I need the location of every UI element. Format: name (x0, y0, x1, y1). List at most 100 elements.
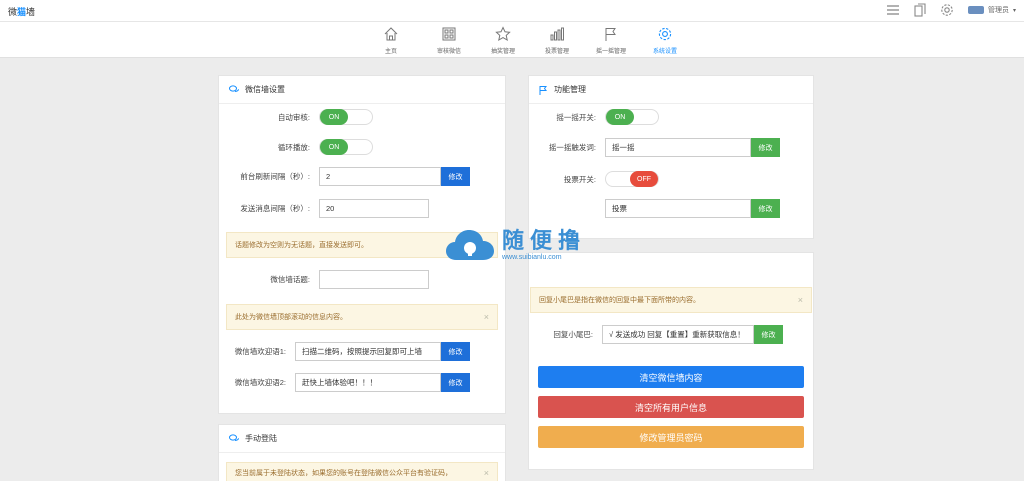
refresh-row: 前台刷新间隔（秒）: 2 修改 (218, 167, 470, 186)
panel-header: 功能管理 (529, 76, 813, 104)
panel-title: 功能管理 (554, 85, 586, 94)
toggle-on: ON (320, 109, 348, 125)
welcome2-label: 微信墙欢迎语2: (234, 378, 286, 387)
refresh-input[interactable]: 2 (319, 167, 441, 186)
note-text: 回复小尾巴是指在微信的回复中最下面所带的内容。 (539, 297, 700, 304)
close-icon[interactable]: × (484, 312, 489, 322)
watermark: 随便撸 www.suibianlu.com (444, 226, 586, 264)
panel-title: 手动登陆 (245, 434, 277, 443)
toggle-on: ON (320, 139, 348, 155)
vote-word-input[interactable]: 投票 (605, 199, 751, 218)
reply-note: 回复小尾巴是指在微信的回复中最下面所带的内容。 × (530, 287, 812, 313)
shake-word-row: 摇一摇触发词: 摇一摇 修改 (528, 138, 780, 157)
vote-row: 投票开关: OFF (528, 171, 659, 187)
copy-icon[interactable] (914, 3, 926, 17)
refresh-save-button[interactable]: 修改 (441, 167, 470, 186)
nav-item-lottery[interactable]: 抽奖管理 (476, 26, 530, 55)
shake-word-save-button[interactable]: 修改 (751, 138, 780, 157)
gear-icon (658, 27, 672, 41)
nav-item-shake[interactable]: 摇一摇管理 (584, 26, 638, 55)
send-input[interactable]: 20 (319, 199, 429, 218)
admin-menu[interactable]: 管理员 ▾ (967, 5, 1016, 15)
flag-icon (539, 85, 547, 95)
clear-wall-button[interactable]: 清空微信墙内容 (538, 366, 804, 388)
logo-prefix: 微 (8, 7, 18, 17)
topic-label: 微信墙话题: (270, 275, 310, 284)
vote-word-row: 投票 修改 (605, 199, 780, 218)
shake-toggle[interactable]: ON (605, 109, 659, 125)
nav-label: 审核微信 (436, 49, 461, 55)
topic-row: 微信墙话题: (218, 270, 429, 289)
loop-label: 循环播放: (277, 142, 310, 152)
admin-label: 管理员 (987, 7, 1009, 14)
note-text: 此处为微信墙顶部滚动的信息内容。 (235, 314, 347, 321)
shake-word-input[interactable]: 摇一摇 (605, 138, 751, 157)
auto-review-label: 自动审核: (277, 112, 310, 122)
topic-input[interactable] (319, 270, 429, 289)
panel-header: 微信墙设置 (219, 76, 505, 104)
gear-icon[interactable] (940, 3, 954, 17)
shake-label: 摇一摇开关: (556, 112, 596, 122)
auto-review-row: 自动审核: ON (218, 109, 373, 125)
toggle-off: OFF (630, 171, 658, 187)
nav-label: 投票管理 (544, 49, 569, 55)
qr-icon (442, 27, 456, 41)
logo-suffix: 墙 (26, 7, 36, 17)
send-label: 发送消息间隔（秒）: (240, 204, 310, 213)
welcome1-save-button[interactable]: 修改 (441, 342, 470, 361)
vote-toggle[interactable]: OFF (605, 171, 659, 187)
vote-word-save-button[interactable]: 修改 (751, 199, 780, 218)
panel-title: 微信墙设置 (245, 85, 285, 94)
change-password-button[interactable]: 修改管理员密码 (538, 426, 804, 448)
star-icon (495, 26, 511, 41)
tail-row: 回复小尾巴: √ 发送成功 回复【重置】重新获取信息！ 修改 (528, 325, 783, 344)
panel-header: 手动登陆 (219, 425, 505, 453)
avatar (967, 6, 984, 14)
top-bar: 微猫墙 管理员 ▾ (0, 0, 1024, 22)
tail-save-button[interactable]: 修改 (754, 325, 783, 344)
clear-users-button[interactable]: 清空所有用户信息 (538, 396, 804, 418)
login-note: 您当前属于未登陆状态，如果您的账号在登陆微信公众平台有验证码， × (226, 462, 498, 481)
loop-row: 循环播放: ON (218, 139, 373, 155)
note-text: 您当前属于未登陆状态，如果您的账号在登陆微信公众平台有验证码， (235, 470, 452, 477)
welcome2-row: 微信墙欢迎语2: 赶快上墙体验吧！！！ 修改 (218, 373, 470, 392)
home-icon (384, 27, 398, 41)
shake-word-label: 摇一摇触发词: (548, 143, 596, 152)
shake-row: 摇一摇开关: ON (528, 109, 659, 125)
loop-toggle[interactable]: ON (319, 139, 373, 155)
auto-review-toggle[interactable]: ON (319, 109, 373, 125)
list-icon[interactable] (886, 4, 900, 16)
nav-label: 主页 (384, 49, 397, 55)
welcome2-save-button[interactable]: 修改 (441, 373, 470, 392)
flag-icon (605, 28, 616, 41)
watermark-name: 随便撸 (502, 227, 587, 253)
tail-input[interactable]: √ 发送成功 回复【重置】重新获取信息！ (602, 325, 754, 344)
welcome1-input[interactable]: 扫描二维码，按照提示回复即可上墙 (295, 342, 441, 361)
main-nav: 主页 审核微信 抽奖管理 投票管理 摇一摇管理 系统设置 (0, 22, 1024, 58)
nav-item-review[interactable]: 审核微信 (422, 26, 476, 55)
caret-down-icon: ▾ (1012, 7, 1016, 14)
nav-item-settings[interactable]: 系统设置 (638, 26, 692, 55)
chat-icon (229, 85, 239, 92)
nav-item-home[interactable]: 主页 (364, 26, 418, 55)
refresh-label: 前台刷新间隔（秒）: (240, 172, 310, 181)
welcome2-input[interactable]: 赶快上墙体验吧！！！ (295, 373, 441, 392)
welcome1-label: 微信墙欢迎语1: (234, 347, 286, 356)
close-icon[interactable]: × (798, 295, 803, 305)
bar-chart-icon (550, 27, 564, 41)
vote-label: 投票开关: (563, 174, 596, 184)
close-icon[interactable]: × (484, 468, 489, 478)
logo-highlight: 猫 (17, 7, 27, 17)
nav-label: 抽奖管理 (490, 49, 515, 55)
chat-icon (229, 434, 239, 441)
nav-item-vote[interactable]: 投票管理 (530, 26, 584, 55)
cloud-icon (446, 230, 494, 260)
nav-label: 系统设置 (652, 49, 677, 55)
watermark-url: www.suibianlu.com (502, 253, 562, 261)
welcome1-row: 微信墙欢迎语1: 扫描二维码，按照提示回复即可上墙 修改 (218, 342, 470, 361)
app-logo[interactable]: 微猫墙 (8, 5, 35, 18)
scroll-note: 此处为微信墙顶部滚动的信息内容。 × (226, 304, 498, 330)
top-icons: 管理员 ▾ (886, 3, 1016, 17)
tail-label: 回复小尾巴: (553, 330, 593, 339)
nav-label: 摇一摇管理 (595, 49, 626, 55)
